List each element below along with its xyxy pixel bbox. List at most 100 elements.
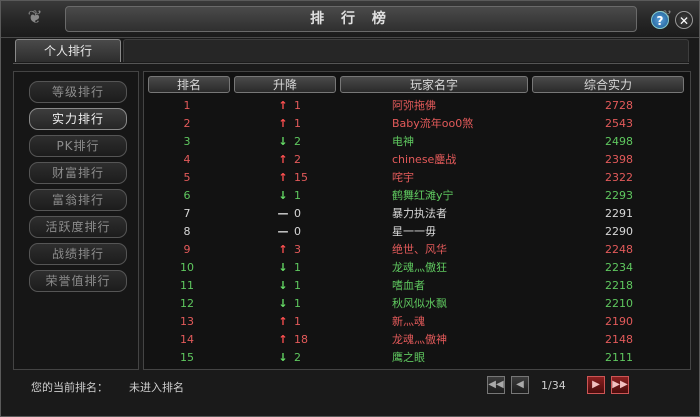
ranking-window: ❦ 排 行 榜 ❦ ? ✕ 个人排行 等级排行实力排行 PK排行财富排行富翁排行活…	[0, 0, 700, 417]
double-right-icon: ▶▶	[612, 379, 628, 390]
table-row[interactable]: 7 0 暴力执法者 2291 —	[144, 205, 690, 223]
power-cell: 2190	[605, 315, 633, 328]
player-name-cell: chinese鏖战	[392, 153, 457, 166]
arrow-up-icon: ↑	[278, 333, 288, 346]
header-rank[interactable]: 排名	[148, 76, 230, 93]
player-name-cell: 鹰之眼	[392, 351, 425, 364]
close-icon: ✕	[678, 14, 690, 28]
category-button[interactable]: PK排行	[29, 135, 127, 157]
double-left-icon: ◀◀	[488, 379, 504, 390]
arrow-down-icon: ↓	[278, 297, 288, 310]
rank-cell: 2	[183, 117, 191, 130]
rank-cell: 5	[183, 171, 191, 184]
rank-cell: 4	[183, 153, 191, 166]
power-cell: 2290	[605, 225, 633, 238]
arrow-up-icon: ↑	[278, 153, 288, 166]
player-name-cell: 电神	[392, 135, 414, 148]
table-row[interactable]: 10 1 龙魂灬傲狂 2234 ↓	[144, 259, 690, 277]
power-cell: 2293	[605, 189, 633, 202]
table-row[interactable]: 2 1 Baby流年oo0煞 2543 ↑	[144, 115, 690, 133]
power-cell: 2248	[605, 243, 633, 256]
tab-bar: 个人排行	[13, 39, 689, 64]
table-row[interactable]: 6 1 鹤舞红滩y宁 2293 ↓	[144, 187, 690, 205]
ranking-table: 排名 升降 玩家名字 综合实力 1 1 阿弥拖佛 2728 ↑ 2 1 Baby流年oo0煞 2…	[143, 71, 691, 370]
window-title: 排 行 榜	[310, 11, 392, 27]
dash-icon: —	[277, 225, 289, 238]
category-button[interactable]: 荣誉值排行	[29, 270, 127, 292]
change-cell: 0	[294, 225, 301, 238]
rank-cell: 14	[180, 333, 194, 346]
table-row[interactable]: 14 18 龙魂灬傲神 2148 ↑	[144, 331, 690, 349]
change-cell: 1	[294, 117, 301, 130]
arrow-down-icon: ↓	[278, 279, 288, 292]
arrow-up-icon: ↑	[278, 315, 288, 328]
table-row[interactable]: 12 1 秋风似水飘 2210 ↓	[144, 295, 690, 313]
player-name-cell: 星一一毋	[392, 225, 436, 238]
player-name-cell: 龙魂灬傲神	[392, 333, 447, 346]
question-icon: ?	[656, 14, 664, 28]
category-button[interactable]: 财富排行	[29, 162, 127, 184]
arrow-up-icon: ↑	[278, 117, 288, 130]
power-cell: 2322	[605, 171, 633, 184]
current-rank-label: 您的当前排名：	[31, 381, 108, 394]
change-cell: 15	[294, 171, 308, 184]
table-row[interactable]: 11 1 嗜血者 2218 ↓	[144, 277, 690, 295]
player-name-cell: 嗜血者	[392, 279, 425, 292]
prev-page-button[interactable]: ◀	[511, 376, 529, 394]
category-button[interactable]: 等级排行	[29, 81, 127, 103]
category-button[interactable]: 战绩排行	[29, 243, 127, 265]
corner-ornament-left: ❦	[27, 7, 43, 28]
rank-cell: 8	[183, 225, 191, 238]
player-name-cell: 鹤舞红滩y宁	[392, 189, 454, 202]
help-button[interactable]: ?	[651, 11, 669, 29]
power-cell: 2398	[605, 153, 633, 166]
player-name-cell: 咤宇	[392, 171, 414, 184]
rank-cell: 15	[180, 351, 194, 364]
player-name-cell: 绝世、风华	[392, 243, 447, 256]
power-cell: 2498	[605, 135, 633, 148]
power-cell: 2210	[605, 297, 633, 310]
arrow-down-icon: ↓	[278, 189, 288, 202]
right-icon: ▶	[592, 379, 600, 390]
change-cell: 18	[294, 333, 308, 346]
table-row[interactable]: 8 0 星一一毋 2290 —	[144, 223, 690, 241]
change-cell: 2	[294, 153, 301, 166]
rank-cell: 6	[183, 189, 191, 202]
category-button[interactable]: 实力排行	[29, 108, 127, 130]
category-button[interactable]: 富翁排行	[29, 189, 127, 211]
player-name-cell: 暴力执法者	[392, 207, 447, 220]
power-cell: 2728	[605, 99, 633, 112]
close-button[interactable]: ✕	[675, 11, 693, 29]
table-row[interactable]: 3 2 电神 2498 ↓	[144, 133, 690, 151]
change-cell: 1	[294, 297, 301, 310]
power-cell: 2543	[605, 117, 633, 130]
table-row[interactable]: 1 1 阿弥拖佛 2728 ↑	[144, 97, 690, 115]
first-page-button[interactable]: ◀◀	[487, 376, 505, 394]
change-cell: 1	[294, 189, 301, 202]
player-name-cell: 新灬魂	[392, 315, 425, 328]
rank-cell: 13	[180, 315, 194, 328]
header-change[interactable]: 升降	[234, 76, 336, 93]
change-cell: 1	[294, 279, 301, 292]
table-row[interactable]: 15 2 鹰之眼 2111 ↓	[144, 349, 690, 367]
tab-personal-ranking[interactable]: 个人排行	[15, 39, 121, 62]
last-page-button[interactable]: ▶▶	[611, 376, 629, 394]
rank-cell: 9	[183, 243, 191, 256]
header-player-name[interactable]: 玩家名字	[340, 76, 528, 93]
table-row[interactable]: 13 1 新灬魂 2190 ↑	[144, 313, 690, 331]
table-row[interactable]: 4 2 chinese鏖战 2398 ↑	[144, 151, 690, 169]
header-power[interactable]: 综合实力	[532, 76, 684, 93]
change-cell: 1	[294, 99, 301, 112]
category-button[interactable]: 活跃度排行	[29, 216, 127, 238]
page-indicator: 1/34	[541, 379, 566, 392]
change-cell: 3	[294, 243, 301, 256]
arrow-up-icon: ↑	[278, 243, 288, 256]
category-panel: 等级排行实力排行 PK排行财富排行富翁排行活跃度排行战绩排行荣誉值排行	[13, 71, 139, 370]
change-cell: 2	[294, 135, 301, 148]
next-page-button[interactable]: ▶	[587, 376, 605, 394]
table-row[interactable]: 5 15 咤宇 2322 ↑	[144, 169, 690, 187]
table-row[interactable]: 9 3 绝世、风华 2248 ↑	[144, 241, 690, 259]
arrow-down-icon: ↓	[278, 261, 288, 274]
player-name-cell: 阿弥拖佛	[392, 99, 436, 112]
rank-cell: 1	[183, 99, 191, 112]
